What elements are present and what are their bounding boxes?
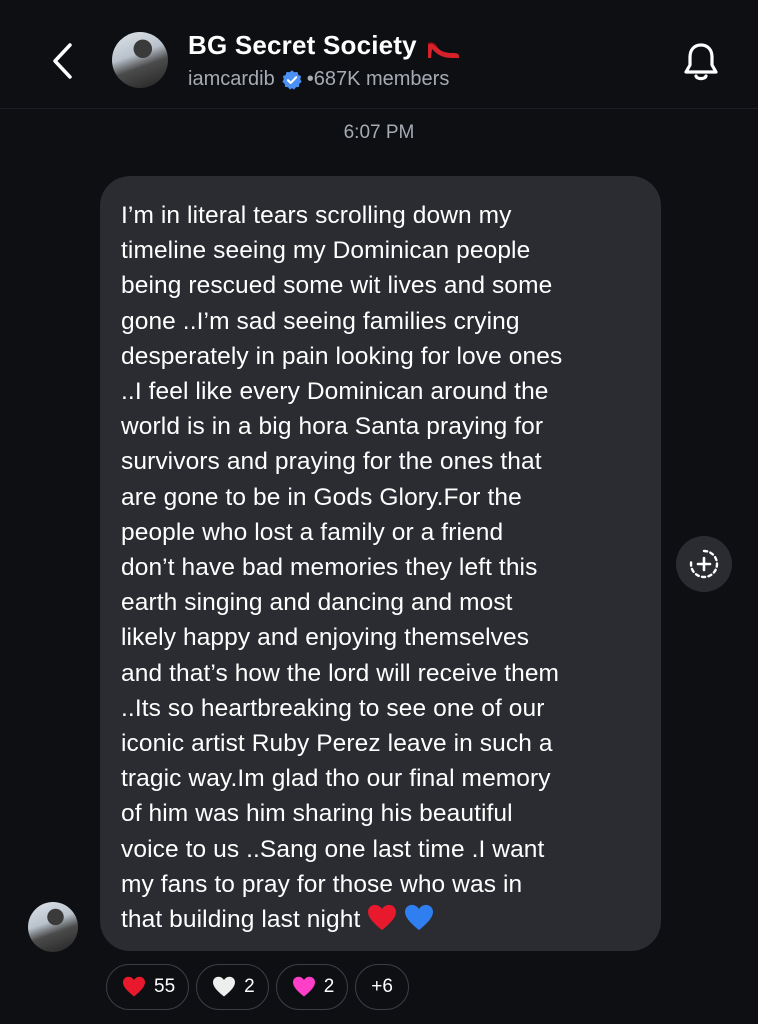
more-reactions-label: +6 (371, 976, 393, 997)
channel-title: BG Secret Society (188, 30, 417, 60)
separator-dot: • (306, 68, 314, 90)
owner-username[interactable]: iamcardib (188, 68, 275, 91)
channel-subtitle: iamcardib • 687K members (188, 68, 449, 91)
blue-heart-icon (404, 904, 434, 933)
red-heart-icon (123, 976, 145, 997)
channel-header: BG Secret Society iamcardib • 687K membe… (0, 0, 758, 109)
reaction-count: 55 (154, 976, 176, 997)
reaction-red-heart[interactable]: 55 (106, 964, 190, 1010)
notifications-button[interactable] (678, 38, 724, 86)
reaction-white-heart[interactable]: 2 (196, 964, 269, 1010)
message-bubble[interactable]: I’m in literal tears scrolling down my t… (100, 176, 661, 951)
channel-title-row[interactable]: BG Secret Society (188, 30, 461, 61)
chevron-left-icon (53, 43, 72, 79)
more-reactions-button[interactable]: +6 (355, 964, 409, 1010)
channel-avatar[interactable] (112, 32, 168, 88)
sender-avatar[interactable] (28, 902, 78, 952)
message-timestamp: 6:07 PM (343, 122, 415, 143)
reactions-bar: 55 2 2 +6 (106, 964, 409, 1010)
high-heel-icon (427, 41, 459, 58)
pink-heart-icon (292, 976, 315, 997)
bell-icon (684, 43, 718, 81)
add-reaction-icon (689, 549, 719, 579)
verified-badge-icon (281, 69, 303, 91)
add-reaction-button[interactable] (676, 536, 732, 592)
white-heart-icon (213, 976, 236, 997)
reaction-count: 2 (323, 976, 335, 997)
red-heart-icon (367, 904, 397, 933)
member-count: 687K members (313, 68, 450, 90)
back-button[interactable] (40, 36, 84, 86)
message-text: I’m in literal tears scrolling down my t… (121, 202, 563, 934)
reaction-count: 2 (244, 976, 255, 997)
reaction-pink-heart[interactable]: 2 (275, 964, 349, 1010)
message-body: I’m in literal tears scrolling down my t… (121, 198, 647, 937)
